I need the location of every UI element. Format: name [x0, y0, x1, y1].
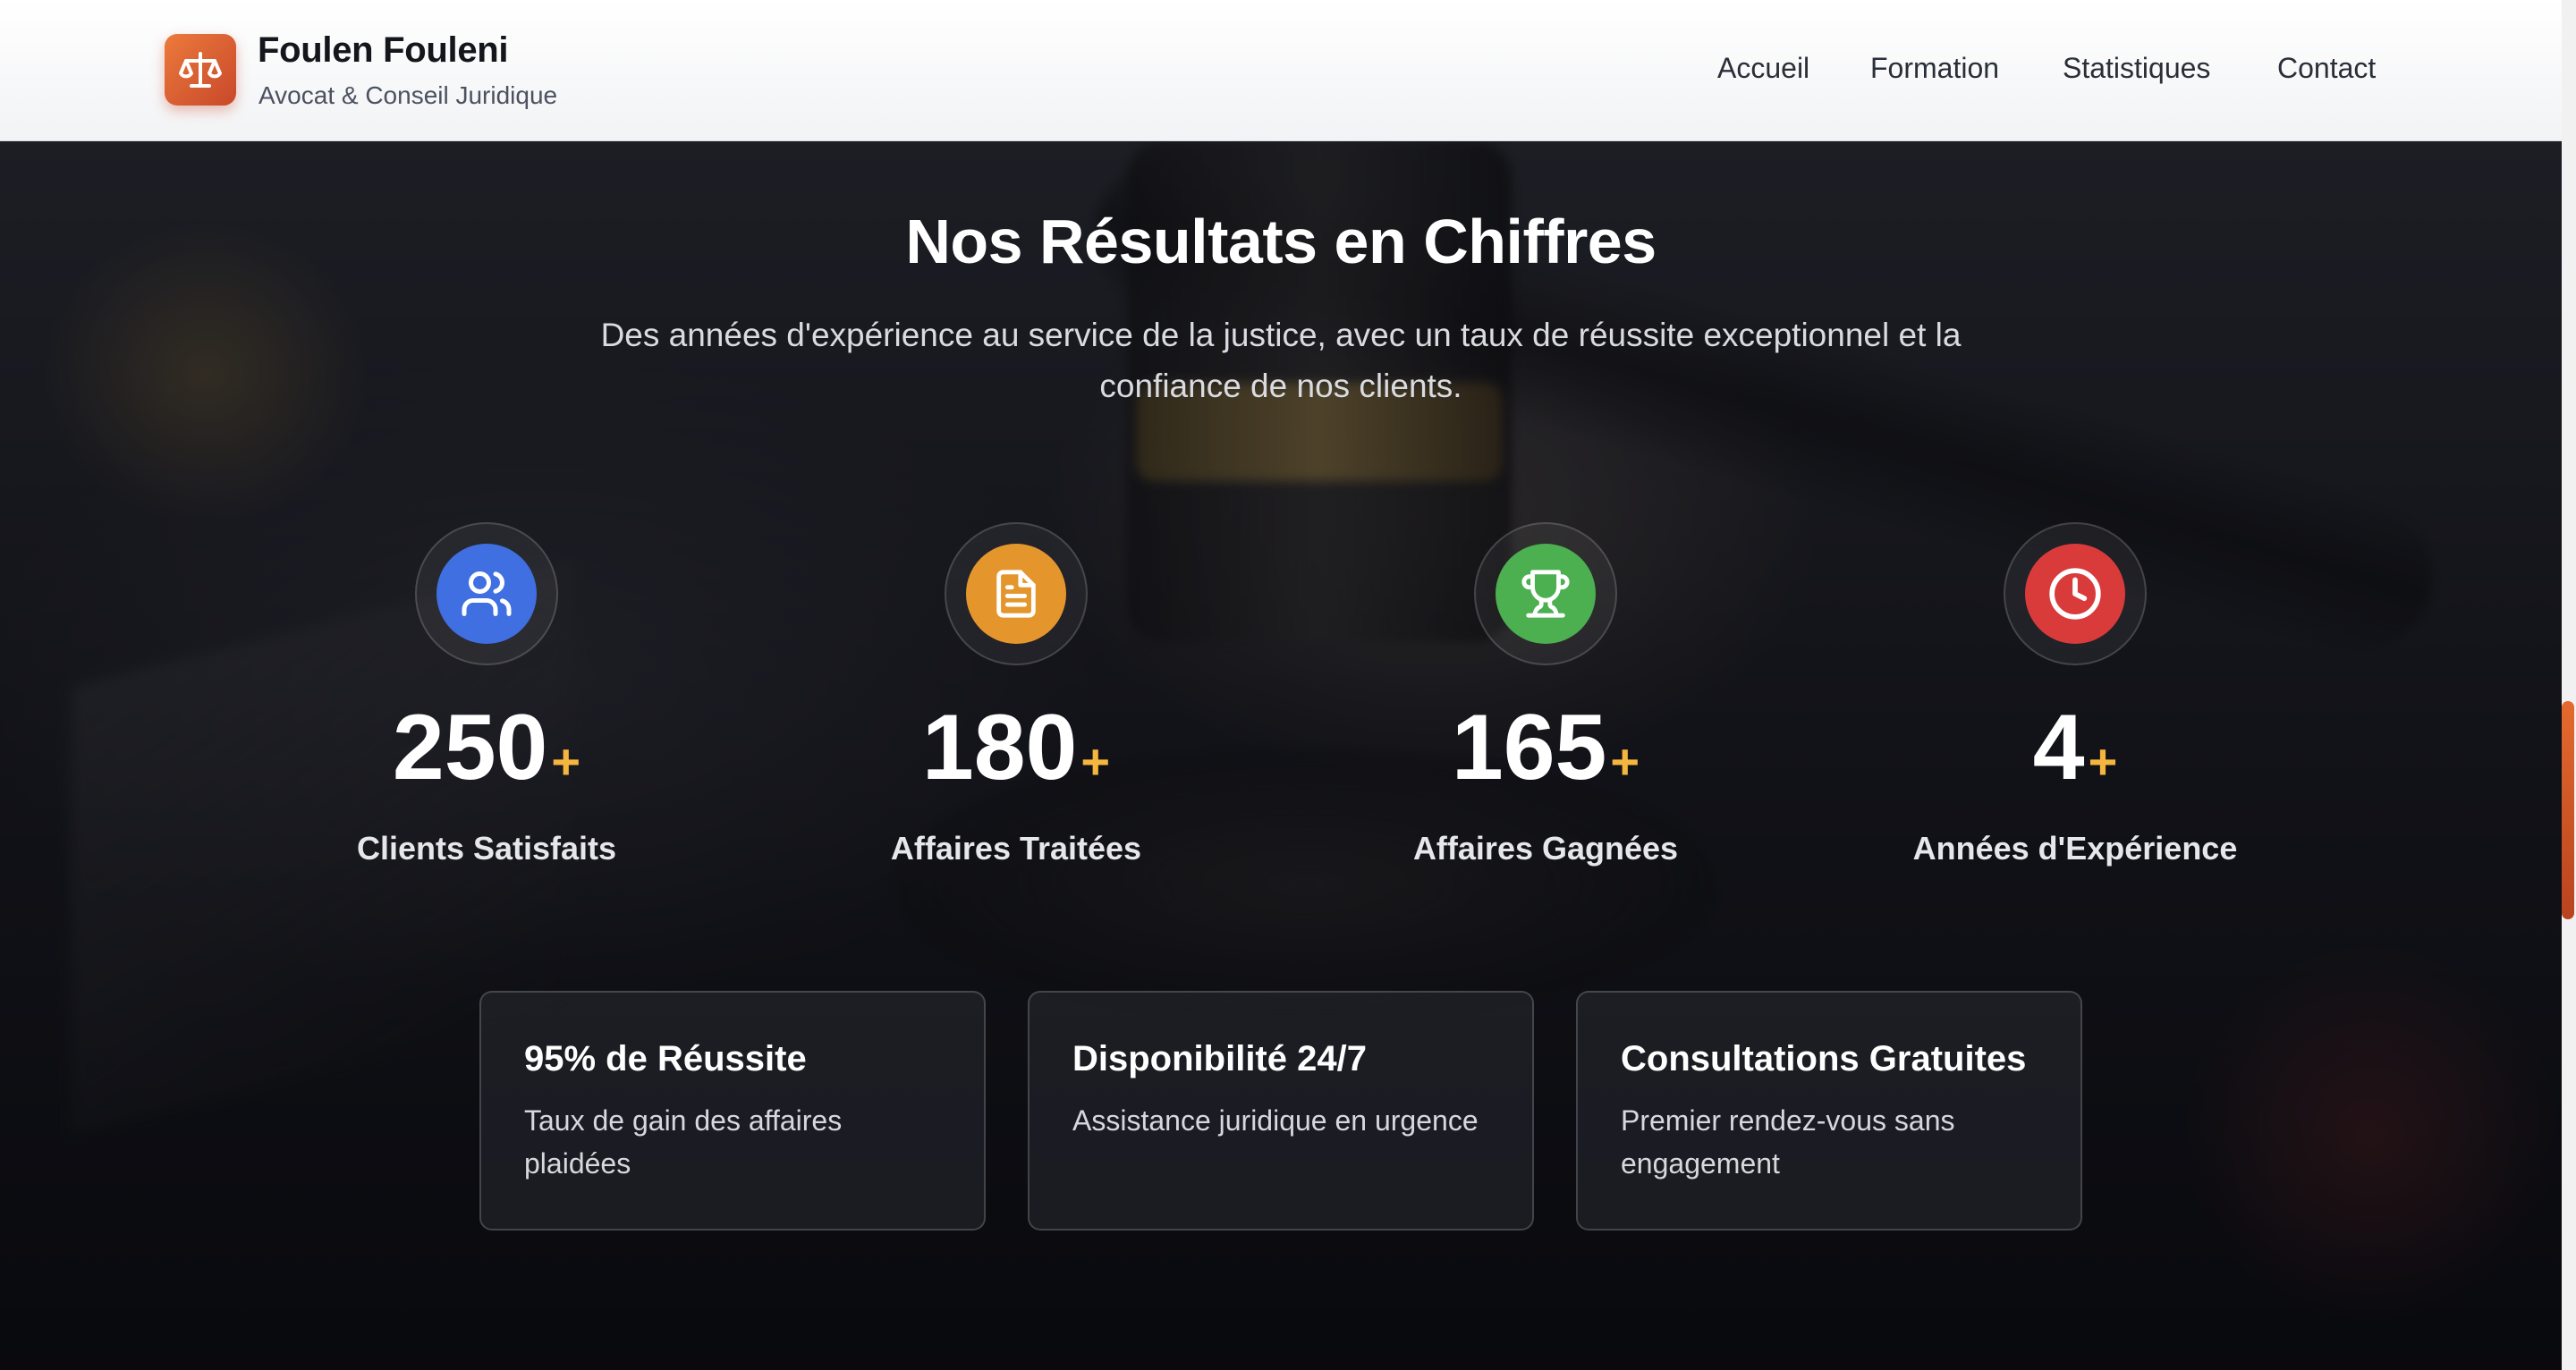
stat-affaires-traitees: 180+ Affaires Traitées [784, 522, 1249, 880]
document-icon [990, 568, 1042, 620]
stat-value: 180+ [921, 696, 1111, 799]
stat-icon-ring [945, 522, 1088, 665]
scrollbar-track[interactable] [2562, 0, 2576, 1370]
trophy-icon [1520, 568, 1572, 620]
feature-card-disponibilite: Disponibilité 24/7 Assistance juridique … [1028, 991, 1534, 1230]
stat-value: 165+ [1451, 696, 1640, 799]
nav-item-statistiques[interactable]: Statistiques [2063, 52, 2210, 85]
stat-clients: 250+ Clients Satisfaits [254, 522, 719, 880]
feature-card-title: Disponibilité 24/7 [1072, 1039, 1367, 1078]
page: Foulen Fouleni Avocat & Conseil Juridiqu… [0, 0, 2576, 1370]
feature-card-title: 95% de Réussite [524, 1039, 807, 1078]
feature-card-reussite: 95% de Réussite Taux de gain des affaire… [479, 991, 986, 1230]
stat-value: 4+ [2032, 696, 2118, 799]
stat-affaires-gagnees: 165+ Affaires Gagnées [1313, 522, 1778, 880]
stat-label: Affaires Gagnées [1412, 830, 1679, 867]
feature-card-consultations: Consultations Gratuites Premier rendez-v… [1576, 991, 2082, 1230]
users-icon [460, 567, 513, 621]
feature-card-title: Consultations Gratuites [1621, 1039, 2027, 1078]
scrollbar-thumb[interactable] [2562, 701, 2574, 919]
nav-item-contact[interactable]: Contact [2277, 52, 2376, 85]
stat-value: 250+ [392, 696, 581, 799]
stat-icon-ring [1474, 522, 1617, 665]
clock-icon [2047, 566, 2103, 622]
stat-label: Affaires Traitées [890, 830, 1142, 867]
feature-card-text: Assistance juridique en urgence [1072, 1104, 1479, 1137]
stat-icon-ring [415, 522, 558, 665]
stat-label: Clients Satisfaits [356, 830, 617, 867]
stat-annees-experience: 4+ Années d'Expérience [1843, 522, 2308, 880]
stat-icon-ring [2004, 522, 2147, 665]
feature-card-text: Taux de gain des affaires plaidées [524, 1104, 843, 1180]
site-header: Foulen Fouleni Avocat & Conseil Juridiqu… [0, 0, 2562, 141]
section-title: Nos Résultats en Chiffres [905, 207, 1657, 276]
stat-label: Années d'Expérience [1912, 830, 2238, 867]
section-subtitle: Des années d'expérience au service de la… [600, 317, 1962, 404]
nav-item-accueil[interactable]: Accueil [1717, 52, 1809, 85]
main-nav: Accueil Formation Statistiques Contact [0, 52, 2562, 91]
nav-item-formation[interactable]: Formation [1870, 52, 1999, 85]
feature-card-text: Premier rendez-vous sans engagement [1621, 1104, 1955, 1180]
